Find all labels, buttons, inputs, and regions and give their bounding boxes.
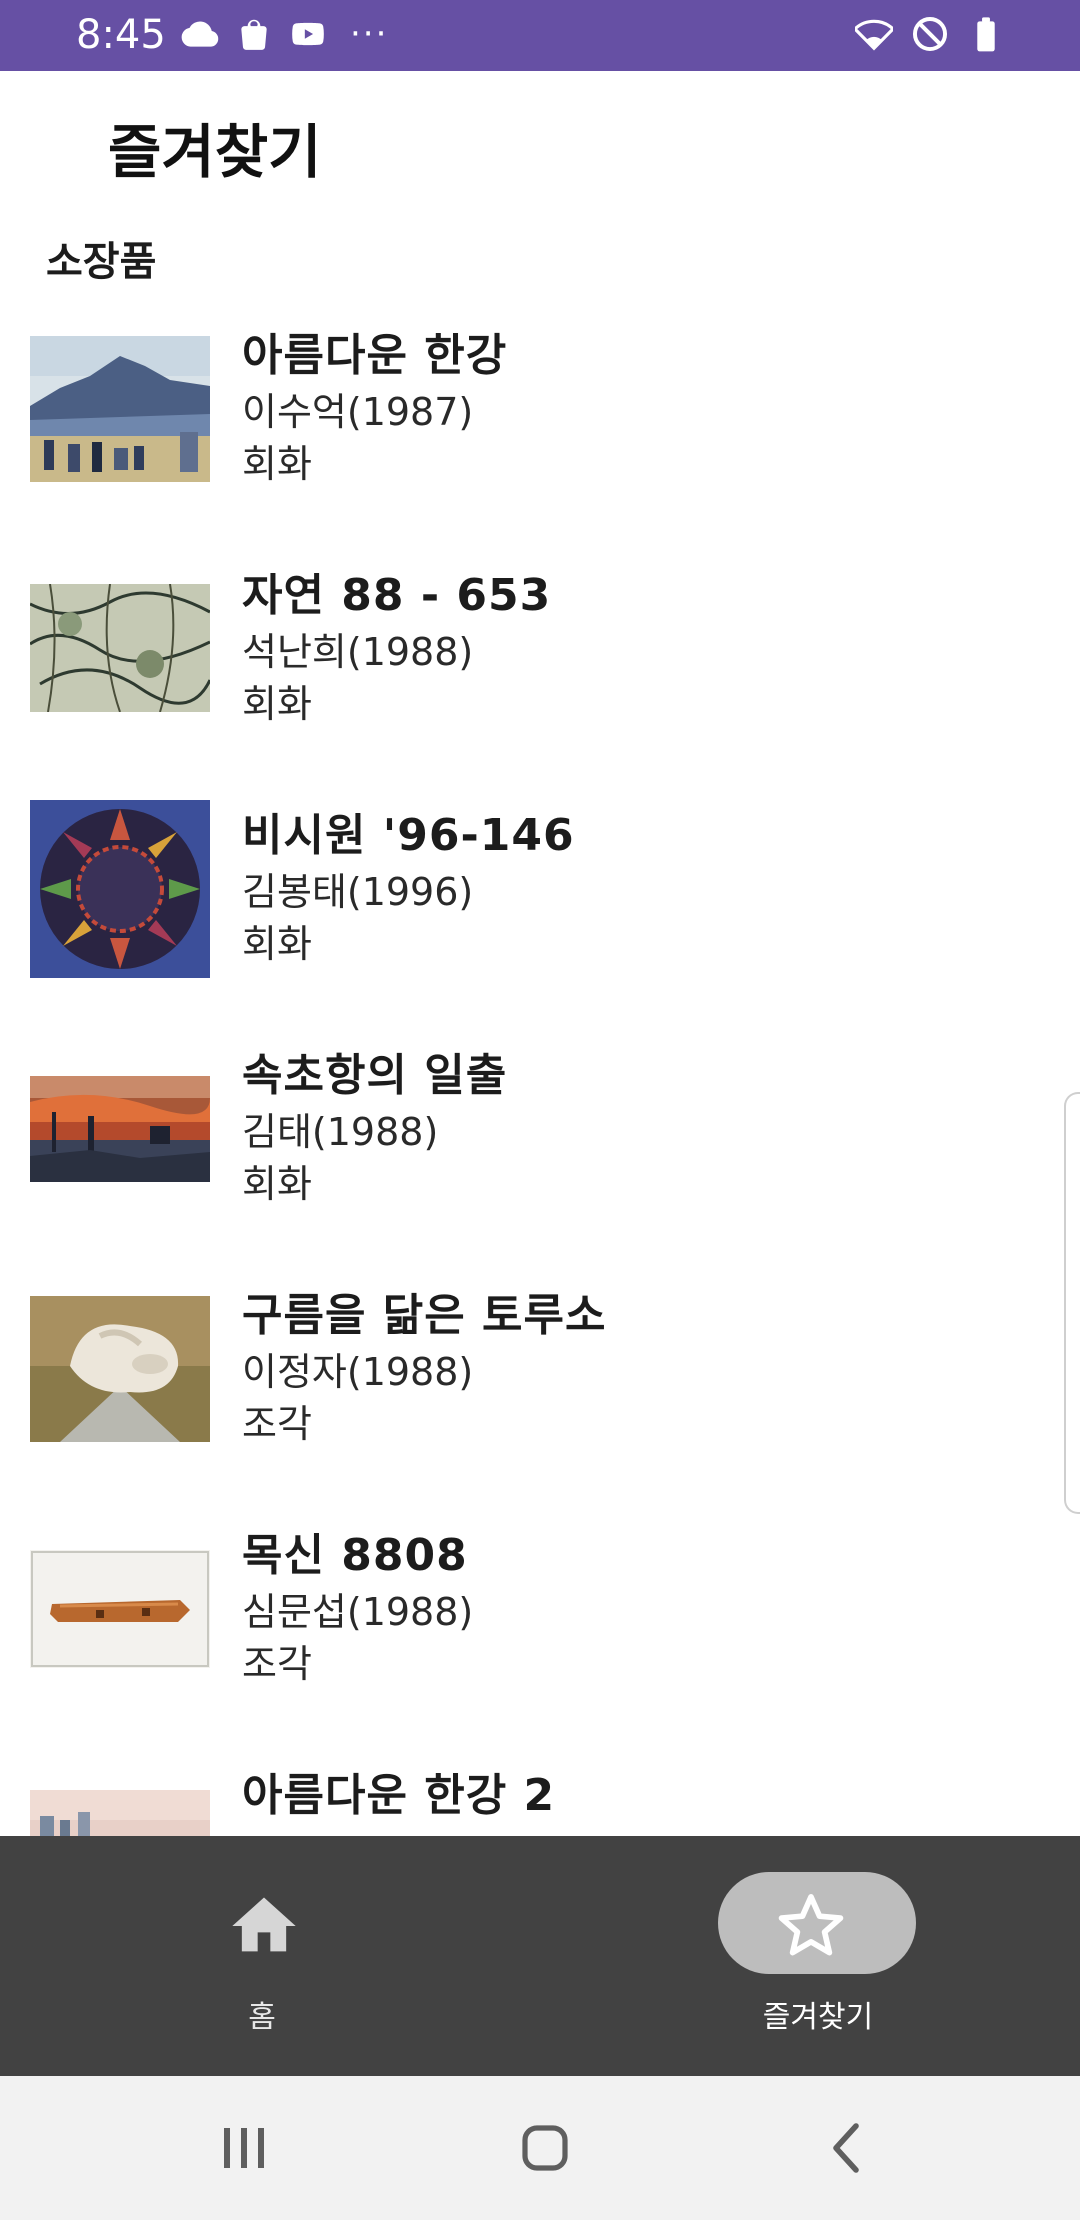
item-category: 회화 (242, 442, 312, 486)
item-text: 아름다운 한강 이수억(1987) 회화 (242, 326, 507, 490)
list-item[interactable]: 아름다운 한강 2 (0, 1750, 1080, 1836)
status-time: 8:45 (76, 12, 166, 58)
item-title: 비시원 '96-146 (242, 810, 575, 861)
artwork-thumbnail (30, 800, 210, 978)
item-title: 목신 8808 (242, 1530, 468, 1581)
list-item[interactable]: 자연 88 - 653 석난희(1988) 회화 (0, 550, 1080, 790)
item-title: 아름다운 한강 2 (242, 1770, 556, 1821)
item-text: 아름다운 한강 2 (242, 1766, 555, 1826)
artwork-thumbnail (30, 1550, 210, 1668)
system-navigation-bar (0, 2076, 1080, 2220)
home-icon (226, 1888, 302, 1964)
item-text: 구름을 닮은 토루소 이정자(1988) 조각 (242, 1286, 606, 1450)
nav-item-favorites[interactable]: 즐겨찾기 (540, 1836, 1080, 2076)
item-title: 아름다운 한강 (242, 330, 508, 381)
item-text: 목신 8808 심문섭(1988) 조각 (242, 1526, 473, 1690)
recents-icon[interactable] (204, 2116, 284, 2180)
nav-label-home: 홈 (248, 2000, 276, 2035)
star-icon (773, 1888, 849, 1964)
list-item[interactable]: 목신 8808 심문섭(1988) 조각 (0, 1510, 1080, 1750)
artwork-thumbnail (30, 1790, 210, 1836)
back-icon[interactable] (808, 2116, 888, 2180)
youtube-icon (288, 14, 328, 54)
list-item[interactable]: 구름을 닮은 토루소 이정자(1988) 조각 (0, 1270, 1080, 1510)
nav-label-favorites: 즐겨찾기 (762, 2000, 874, 2035)
item-title: 자연 88 - 653 (242, 570, 552, 621)
item-artist: 석난희(1988) (242, 630, 474, 674)
bottom-navigation: 홈 즐겨찾기 (0, 1836, 1080, 2076)
artwork-thumbnail (30, 584, 210, 712)
artwork-thumbnail (30, 1296, 210, 1442)
item-category: 회화 (242, 922, 312, 966)
section-header: 소장품 (46, 239, 157, 285)
favorites-list[interactable]: 아름다운 한강 이수억(1987) 회화 자연 88 - 653 석난희(198… (0, 310, 1080, 1836)
item-artist: 김봉태(1996) (242, 870, 474, 914)
status-left-icons: ··· (180, 14, 388, 54)
item-text: 자연 88 - 653 석난희(1988) 회화 (242, 566, 551, 730)
list-item[interactable]: 속초항의 일출 김태(1988) 회화 (0, 1030, 1080, 1270)
item-category: 조각 (242, 1402, 312, 1446)
item-artist: 이수억(1987) (242, 390, 474, 434)
do-not-disturb-icon (910, 14, 950, 54)
scroll-handle[interactable] (1064, 1092, 1080, 1514)
status-right-icons (854, 14, 1006, 54)
home-circle-icon[interactable] (505, 2116, 585, 2180)
item-artist: 이정자(1988) (242, 1350, 474, 1394)
overflow-dots: ··· (350, 14, 389, 54)
item-title: 구름을 닮은 토루소 (242, 1290, 607, 1341)
item-title: 속초항의 일출 (242, 1050, 508, 1101)
artwork-thumbnail (30, 1076, 210, 1182)
cloud-icon (180, 14, 220, 54)
item-artist: 김태(1988) (242, 1110, 439, 1154)
nav-item-home[interactable]: 홈 (0, 1836, 540, 2076)
item-category: 회화 (242, 682, 312, 726)
item-artist: 심문섭(1988) (242, 1590, 474, 1634)
list-item[interactable]: 비시원 '96-146 김봉태(1996) 회화 (0, 790, 1080, 1030)
item-text: 비시원 '96-146 김봉태(1996) 회화 (242, 806, 575, 970)
battery-icon (966, 14, 1006, 54)
artwork-thumbnail (30, 336, 210, 482)
list-item[interactable]: 아름다운 한강 이수억(1987) 회화 (0, 310, 1080, 550)
page-title: 즐겨찾기 (108, 118, 322, 186)
shopping-bag-icon (234, 14, 274, 54)
item-category: 조각 (242, 1642, 312, 1686)
item-text: 속초항의 일출 김태(1988) 회화 (242, 1046, 507, 1210)
status-bar: 8:45 ··· (0, 0, 1080, 71)
item-category: 회화 (242, 1162, 312, 1206)
wifi-icon (854, 14, 894, 54)
